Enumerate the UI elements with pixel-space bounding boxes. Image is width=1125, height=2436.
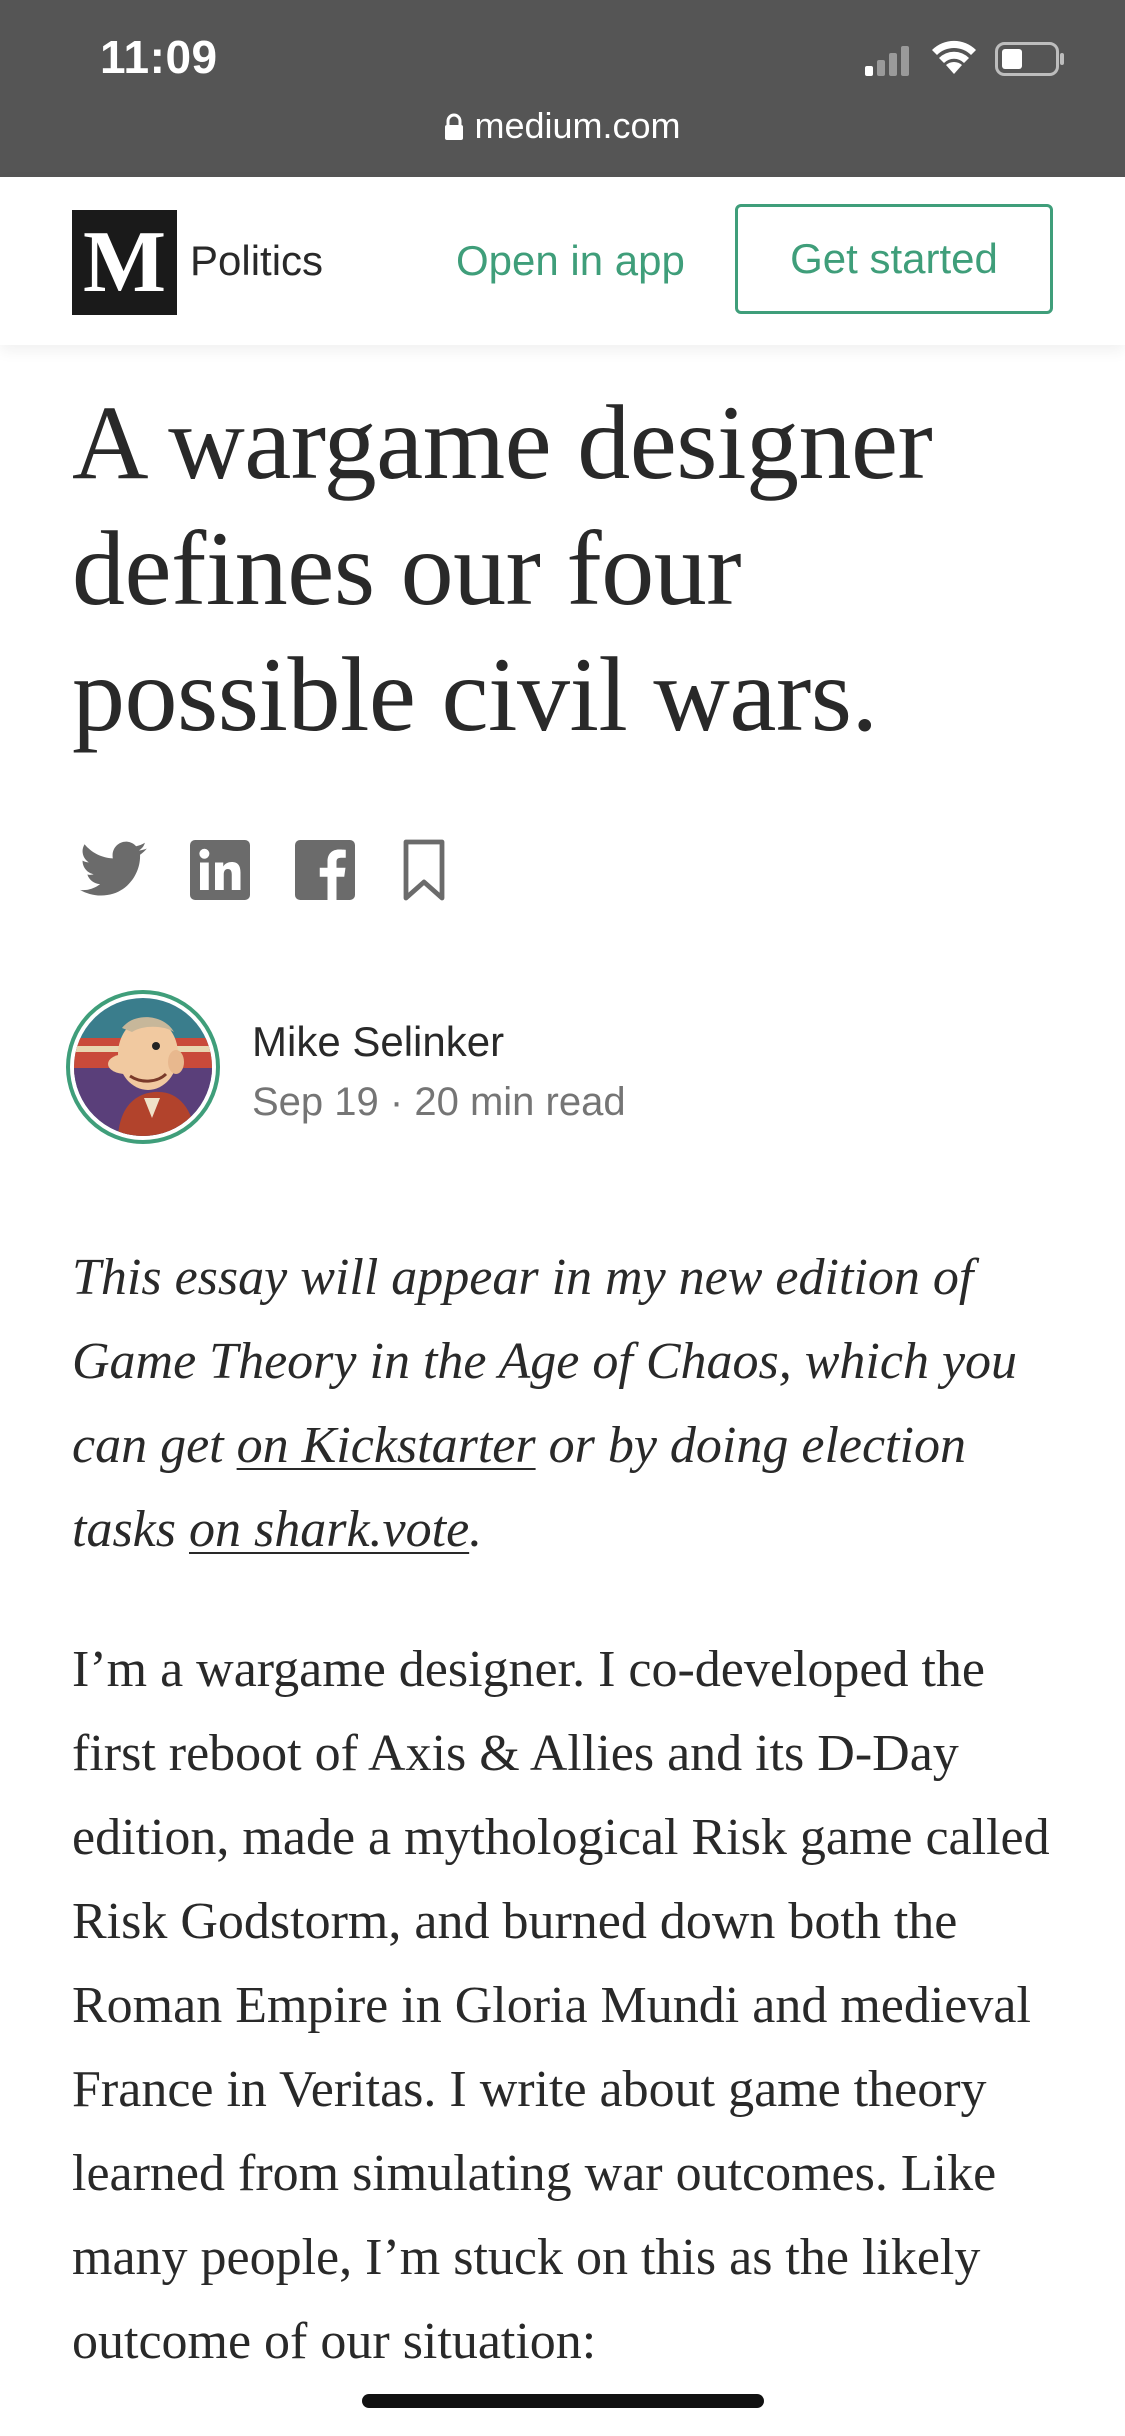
post-meta: Sep 19 · 20 min read <box>252 1080 626 1125</box>
shark-vote-link[interactable]: on shark.vote <box>189 1501 469 1558</box>
article-intro: This essay will appear in my new edition… <box>72 1236 1072 1572</box>
lock-icon <box>445 113 464 140</box>
kickstarter-link[interactable]: on Kickstarter <box>237 1417 536 1474</box>
publish-date: Sep 19 <box>252 1080 379 1124</box>
intro-text-3: . <box>469 1501 483 1558</box>
linkedin-icon[interactable] <box>190 838 250 902</box>
url-bar[interactable]: medium.com <box>0 105 1125 147</box>
twitter-icon[interactable] <box>80 838 148 902</box>
status-time: 11:09 <box>100 31 218 83</box>
wifi-icon <box>932 40 976 74</box>
read-time: 20 min read <box>414 1080 626 1124</box>
meta-separator: · <box>389 1080 404 1124</box>
section-link-politics[interactable]: Politics <box>190 237 323 285</box>
home-indicator[interactable] <box>362 2394 764 2408</box>
facebook-icon[interactable] <box>295 838 355 902</box>
site-header: M Politics Open in app Get started <box>0 177 1125 345</box>
cellular-signal-icon <box>865 46 909 76</box>
medium-logo[interactable]: M <box>72 210 177 315</box>
author-name[interactable]: Mike Selinker <box>252 1018 504 1066</box>
open-in-app-link[interactable]: Open in app <box>456 237 685 285</box>
browser-top-bar: 11:09 medium.com <box>0 0 1125 177</box>
author-avatar[interactable] <box>74 998 212 1136</box>
article-body-paragraph: I’m a wargame designer. I co-developed t… <box>72 1641 1050 2370</box>
bookmark-icon[interactable] <box>402 838 446 902</box>
get-started-button[interactable]: Get started <box>735 204 1053 314</box>
battery-icon <box>995 42 1064 76</box>
url-domain: medium.com <box>474 105 681 146</box>
article-title: A wargame designer defines our four poss… <box>72 384 933 753</box>
